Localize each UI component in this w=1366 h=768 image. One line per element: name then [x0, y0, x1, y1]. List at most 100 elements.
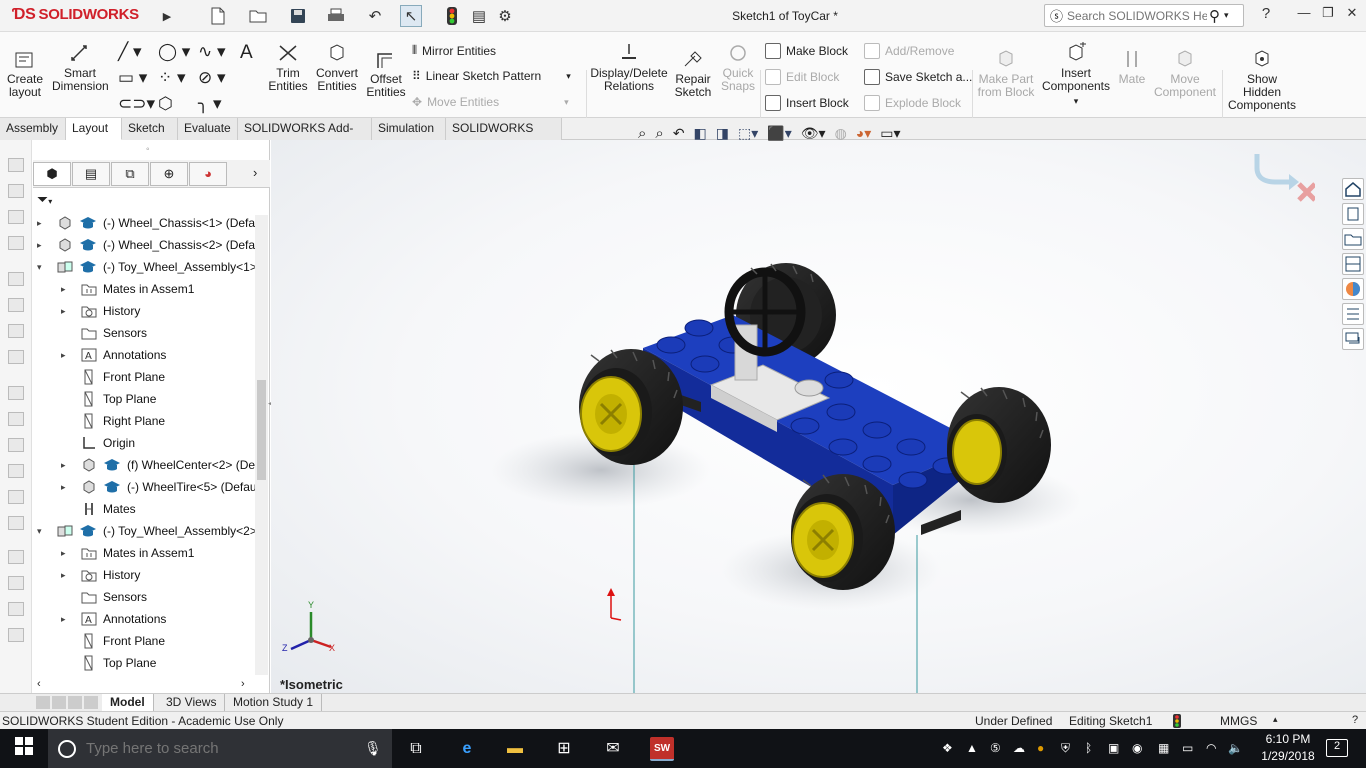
rectangle-icon[interactable]: ▭ ▾ — [118, 68, 147, 88]
feature-manager-tab-icon[interactable]: ⬢ — [33, 162, 71, 186]
hide-show-items-icon[interactable]: 👁▾ — [801, 125, 826, 142]
taskbar-search[interactable]: 🎙 — [48, 729, 392, 768]
steering-wheel[interactable] — [724, 267, 806, 357]
help-search[interactable]: ⓢ ⚲ ▾ — [1044, 4, 1244, 27]
chevron-down-icon[interactable]: ▾ — [1224, 10, 1229, 21]
tree-item[interactable]: Right Plane — [33, 410, 255, 432]
ellipse-icon[interactable]: ⊘ ▾ — [198, 68, 226, 88]
move-entities-button[interactable]: ✥ Move Entities ▾ — [412, 95, 569, 109]
circle-icon[interactable]: ◯ ▾ — [158, 42, 190, 62]
display-manager-tab-icon[interactable]: ◕ — [189, 162, 227, 186]
display-delete-relations-button[interactable]: Display/Delete Relations — [590, 42, 668, 93]
custom-properties-icon[interactable] — [1342, 303, 1364, 325]
tree-item[interactable]: ▸ History — [33, 564, 255, 586]
tray-app-icon[interactable]: ▣ — [1108, 741, 1119, 755]
clock-time[interactable]: 6:10 PM — [1258, 732, 1318, 746]
bluetooth-icon[interactable]: ᛒ — [1085, 741, 1092, 755]
tab-first-icon[interactable] — [36, 696, 50, 709]
previous-view-icon[interactable]: ↶ — [673, 125, 685, 142]
chevron-up-icon[interactable]: ▴ — [1273, 714, 1278, 725]
convert-entities-button[interactable]: Convert Entities — [314, 42, 360, 93]
insert-block-button[interactable]: Insert Block — [765, 95, 849, 111]
tree-item[interactable]: Origin — [33, 432, 255, 454]
task-view-icon[interactable]: ⧉ — [404, 737, 428, 761]
close-icon[interactable]: ✕ — [1340, 5, 1364, 25]
smart-dimension-button[interactable]: Smart Dimension — [52, 42, 109, 93]
insert-components-button[interactable]: Insert Components ▾ — [1040, 42, 1112, 108]
tree-item[interactable]: Sensors — [33, 322, 255, 344]
filter-icon[interactable]: ⏷▾ — [37, 191, 52, 208]
strip-tool-icon[interactable] — [8, 210, 24, 224]
expand-icon[interactable]: ▸ — [61, 476, 71, 498]
expand-icon[interactable]: ▸ — [61, 344, 71, 366]
tab-layout[interactable]: Layout — [66, 118, 122, 140]
fillet-icon[interactable]: ╮ ▾ — [198, 94, 222, 114]
strip-tool-icon[interactable] — [8, 324, 24, 338]
tree-item[interactable]: Front Plane — [33, 366, 255, 388]
expand-icon[interactable]: ▸ — [61, 454, 71, 476]
tree-item[interactable]: ▸ (-) Wheel_Chassis<2> (Defau — [33, 234, 255, 256]
units-selector[interactable]: MMGS — [1220, 714, 1257, 728]
viewport-next-icon[interactable]: ⧐ — [1258, 140, 1270, 146]
viewport-minimize-icon[interactable]: — — [1280, 140, 1292, 146]
tree-item[interactable]: ▸ A Annotations — [33, 344, 255, 366]
scroll-right-icon[interactable]: › — [241, 678, 245, 690]
help-search-input[interactable] — [1067, 8, 1208, 23]
create-layout-button[interactable]: Create layout — [4, 48, 46, 99]
help-button[interactable]: ? — [1254, 5, 1278, 25]
file-properties-icon[interactable]: ▤ — [468, 5, 490, 27]
chevron-down-icon[interactable]: ▾ — [566, 71, 571, 82]
chevron-down-icon[interactable]: ▾ — [1040, 95, 1112, 108]
point-icon[interactable]: ⁘ ▾ — [158, 68, 186, 88]
undo-icon[interactable]: ↶ — [362, 5, 388, 27]
solidworks-logo[interactable]: ƊS SOLIDWORKS — [12, 6, 139, 24]
tab-solidworks-mbd[interactable]: SOLIDWORKS MBD — [446, 118, 562, 156]
view-orientation-icon[interactable]: ⬚▾ — [738, 125, 758, 142]
scroll-left-icon[interactable]: ‹ — [37, 678, 41, 690]
file-explorer-icon[interactable] — [1342, 228, 1364, 250]
dimxpert-tab-icon[interactable]: ⊕ — [150, 162, 188, 186]
chevron-down-icon[interactable]: ▾ — [564, 97, 569, 108]
tab-3d-views[interactable]: 3D Views — [158, 694, 226, 711]
strip-tool-icon[interactable] — [8, 602, 24, 616]
strip-tool-icon[interactable] — [8, 490, 24, 504]
display-style-icon[interactable]: ⬛▾ — [767, 125, 791, 142]
expand-icon[interactable]: ▸ — [61, 542, 71, 564]
dropbox-icon[interactable]: ❖ — [942, 741, 953, 755]
strip-tool-icon[interactable] — [8, 184, 24, 198]
strip-tool-icon[interactable] — [8, 350, 24, 364]
polygon-icon[interactable]: ⬡ — [158, 94, 173, 114]
confirmation-corner[interactable] — [1251, 150, 1315, 206]
mate-button[interactable]: Mate — [1114, 48, 1150, 86]
feature-tree-scrollbar[interactable] — [255, 215, 268, 675]
solidworks-resources-icon[interactable] — [1342, 178, 1364, 200]
quick-snaps-button[interactable]: Quick Snaps — [718, 42, 758, 93]
search-icon[interactable]: ⚲ — [1209, 7, 1220, 25]
strip-tool-icon[interactable] — [8, 236, 24, 250]
tree-item[interactable]: Mates — [33, 498, 255, 520]
select-icon[interactable]: ↖ — [400, 5, 422, 27]
strip-tool-icon[interactable] — [8, 412, 24, 426]
store-icon[interactable]: ⊞ — [552, 737, 576, 761]
viewport-previous-icon[interactable]: ⧏ — [1236, 140, 1248, 146]
edge-icon[interactable]: e — [455, 737, 479, 761]
collapse-icon[interactable]: ▾ — [37, 520, 47, 542]
zoom-to-area-icon[interactable]: ⌕ — [655, 125, 663, 142]
tree-item[interactable]: ▸ History — [33, 300, 255, 322]
explode-block-button[interactable]: Explode Block — [864, 95, 961, 111]
viewport-close-icon[interactable]: ✕ — [1323, 140, 1333, 146]
strip-tool-icon[interactable] — [8, 158, 24, 172]
taskbar-search-input[interactable] — [86, 740, 356, 757]
tree-item[interactable]: ▸ (-) Wheel_Chassis<1> (Defau — [33, 212, 255, 234]
tab-previous-icon[interactable] — [52, 696, 66, 709]
zoom-to-fit-icon[interactable]: ⌕ — [638, 125, 646, 142]
sketch-origin[interactable] — [607, 588, 622, 621]
wifi-icon[interactable]: ◠ — [1206, 741, 1216, 755]
autodesk-icon[interactable]: ▲ — [966, 741, 978, 755]
notification-center-icon[interactable]: 2 — [1326, 739, 1348, 757]
toy-car-model[interactable] — [271, 140, 1366, 695]
chevron-right-icon[interactable]: › — [253, 165, 257, 180]
collapse-icon[interactable]: ▾ — [37, 256, 47, 278]
strip-tool-icon[interactable] — [8, 516, 24, 530]
tree-item[interactable]: ▸ A Annotations — [33, 608, 255, 630]
